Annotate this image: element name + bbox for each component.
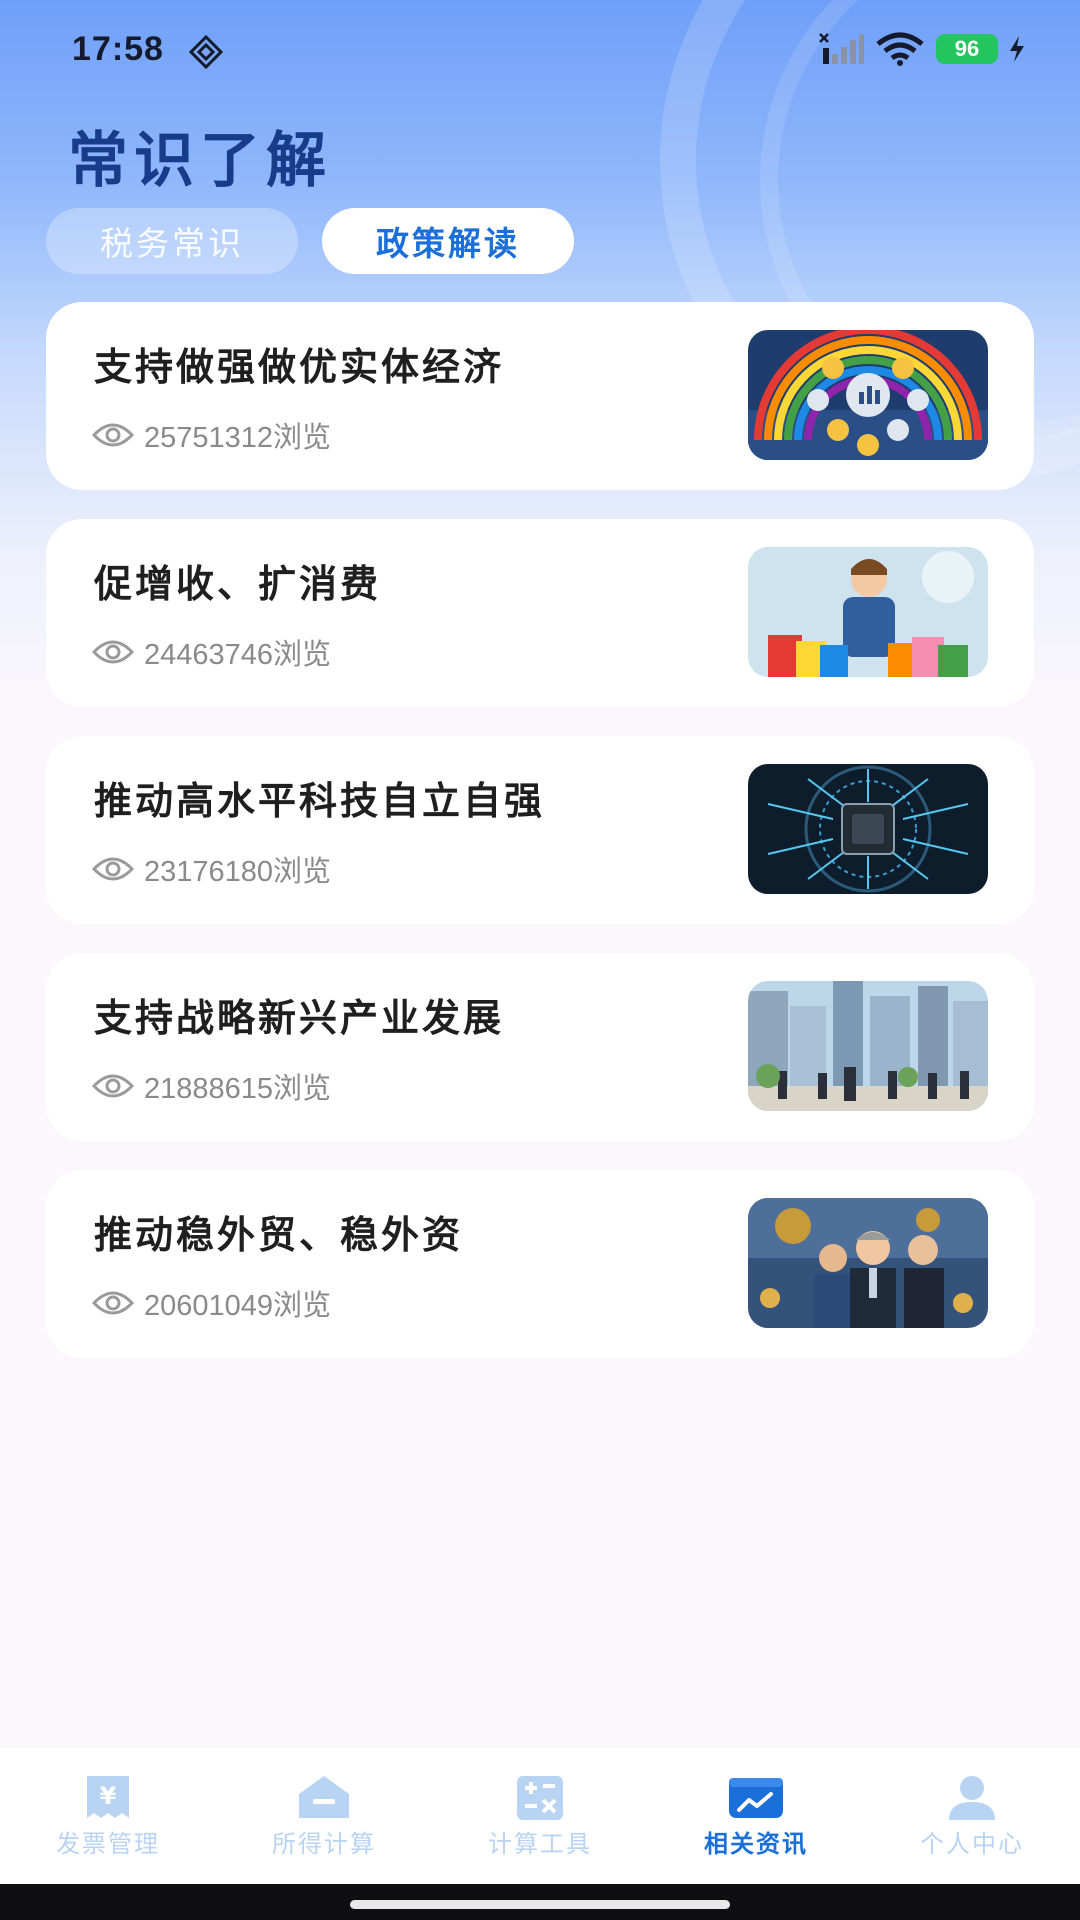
eye-icon bbox=[92, 857, 134, 881]
view-count: 25751312浏览 bbox=[92, 414, 331, 456]
article-thumbnail bbox=[748, 330, 988, 460]
income-calc-icon bbox=[299, 1776, 349, 1818]
person-icon bbox=[949, 1776, 995, 1820]
eye-icon bbox=[92, 1291, 134, 1315]
article-title: 推动稳外贸、稳外资 bbox=[94, 1213, 464, 1257]
status-bar: 17:58 96 bbox=[0, 0, 1080, 100]
article-title: 支持战略新兴产业发展 bbox=[94, 996, 505, 1040]
views-text: 24463746浏览 bbox=[144, 639, 332, 671]
rainbow-finance-icon bbox=[748, 330, 988, 460]
article-thumbnail bbox=[748, 981, 988, 1111]
article-card[interactable]: 推动高水平科技自立自强 23176180浏览 bbox=[46, 736, 1034, 924]
eye-icon bbox=[92, 423, 134, 447]
shopper-bags-icon bbox=[748, 547, 988, 677]
battery-indicator: 96 bbox=[936, 34, 998, 64]
status-indicators: 96 bbox=[818, 32, 1026, 66]
article-title: 支持做强做优实体经济 bbox=[94, 345, 505, 389]
view-count: 23176180浏览 bbox=[92, 848, 331, 890]
view-count: 24463746浏览 bbox=[92, 631, 331, 673]
status-time: 17:58 bbox=[72, 30, 164, 68]
article-card[interactable]: 推动稳外贸、稳外资 20601049浏览 bbox=[46, 1170, 1034, 1358]
article-title: 促增收、扩消费 bbox=[94, 562, 382, 606]
nav-personal-center[interactable]: 个人中心 bbox=[864, 1748, 1080, 1884]
views-text: 23176180浏览 bbox=[144, 856, 332, 888]
svg-text:¥: ¥ bbox=[100, 1782, 117, 1810]
article-list: 支持做强做优实体经济 25751312浏览 促增收、扩消费 24463746浏览… bbox=[46, 302, 1034, 1387]
chip-circuit-icon bbox=[748, 764, 988, 894]
news-chart-icon bbox=[729, 1778, 783, 1818]
charging-icon bbox=[1010, 36, 1024, 62]
article-card[interactable]: 支持做强做优实体经济 25751312浏览 bbox=[46, 302, 1034, 490]
nav-label: 所得计算 bbox=[272, 1830, 376, 1858]
article-thumbnail bbox=[748, 547, 988, 677]
nav-invoice-management[interactable]: ¥ 发票管理 bbox=[0, 1748, 216, 1884]
signal-icon bbox=[819, 33, 864, 64]
views-text: 21888615浏览 bbox=[144, 1073, 332, 1105]
system-navigation-area bbox=[0, 1884, 1080, 1920]
eye-icon bbox=[92, 1074, 134, 1098]
nav-label: 发票管理 bbox=[56, 1830, 160, 1858]
calculator-icon bbox=[517, 1776, 563, 1820]
article-card[interactable]: 促增收、扩消费 24463746浏览 bbox=[46, 519, 1034, 707]
wifi-icon bbox=[876, 32, 924, 66]
nav-income-calculation[interactable]: 所得计算 bbox=[216, 1748, 432, 1884]
nav-label: 个人中心 bbox=[920, 1830, 1024, 1858]
eye-icon bbox=[92, 640, 134, 664]
view-count: 20601049浏览 bbox=[92, 1282, 331, 1324]
businessmen-money-icon bbox=[748, 1198, 988, 1328]
home-indicator[interactable] bbox=[350, 1900, 730, 1909]
article-thumbnail bbox=[748, 1198, 988, 1328]
city-buildings-icon bbox=[748, 981, 988, 1111]
view-count: 21888615浏览 bbox=[92, 1065, 331, 1107]
nfc-icon bbox=[188, 34, 224, 70]
category-tabs: 税务常识 政策解读 bbox=[46, 208, 574, 274]
article-title: 推动高水平科技自立自强 bbox=[94, 779, 546, 823]
nav-label: 相关资讯 bbox=[704, 1830, 808, 1858]
bottom-navigation: ¥ 发票管理 所得计算 计算工具 相关资讯 个人中心 bbox=[0, 1748, 1080, 1884]
invoice-icon: ¥ bbox=[87, 1776, 129, 1818]
tab-tax-knowledge[interactable]: 税务常识 bbox=[46, 208, 298, 274]
article-card[interactable]: 支持战略新兴产业发展 21888615浏览 bbox=[46, 953, 1034, 1141]
page-title: 常识了解 bbox=[68, 126, 332, 196]
nav-calculation-tools[interactable]: 计算工具 bbox=[432, 1748, 648, 1884]
nav-label: 计算工具 bbox=[488, 1830, 592, 1858]
tab-policy-interpretation[interactable]: 政策解读 bbox=[322, 208, 574, 274]
nav-related-news[interactable]: 相关资讯 bbox=[648, 1748, 864, 1884]
article-thumbnail bbox=[748, 764, 988, 894]
views-text: 20601049浏览 bbox=[144, 1290, 332, 1322]
views-text: 25751312浏览 bbox=[144, 422, 332, 454]
